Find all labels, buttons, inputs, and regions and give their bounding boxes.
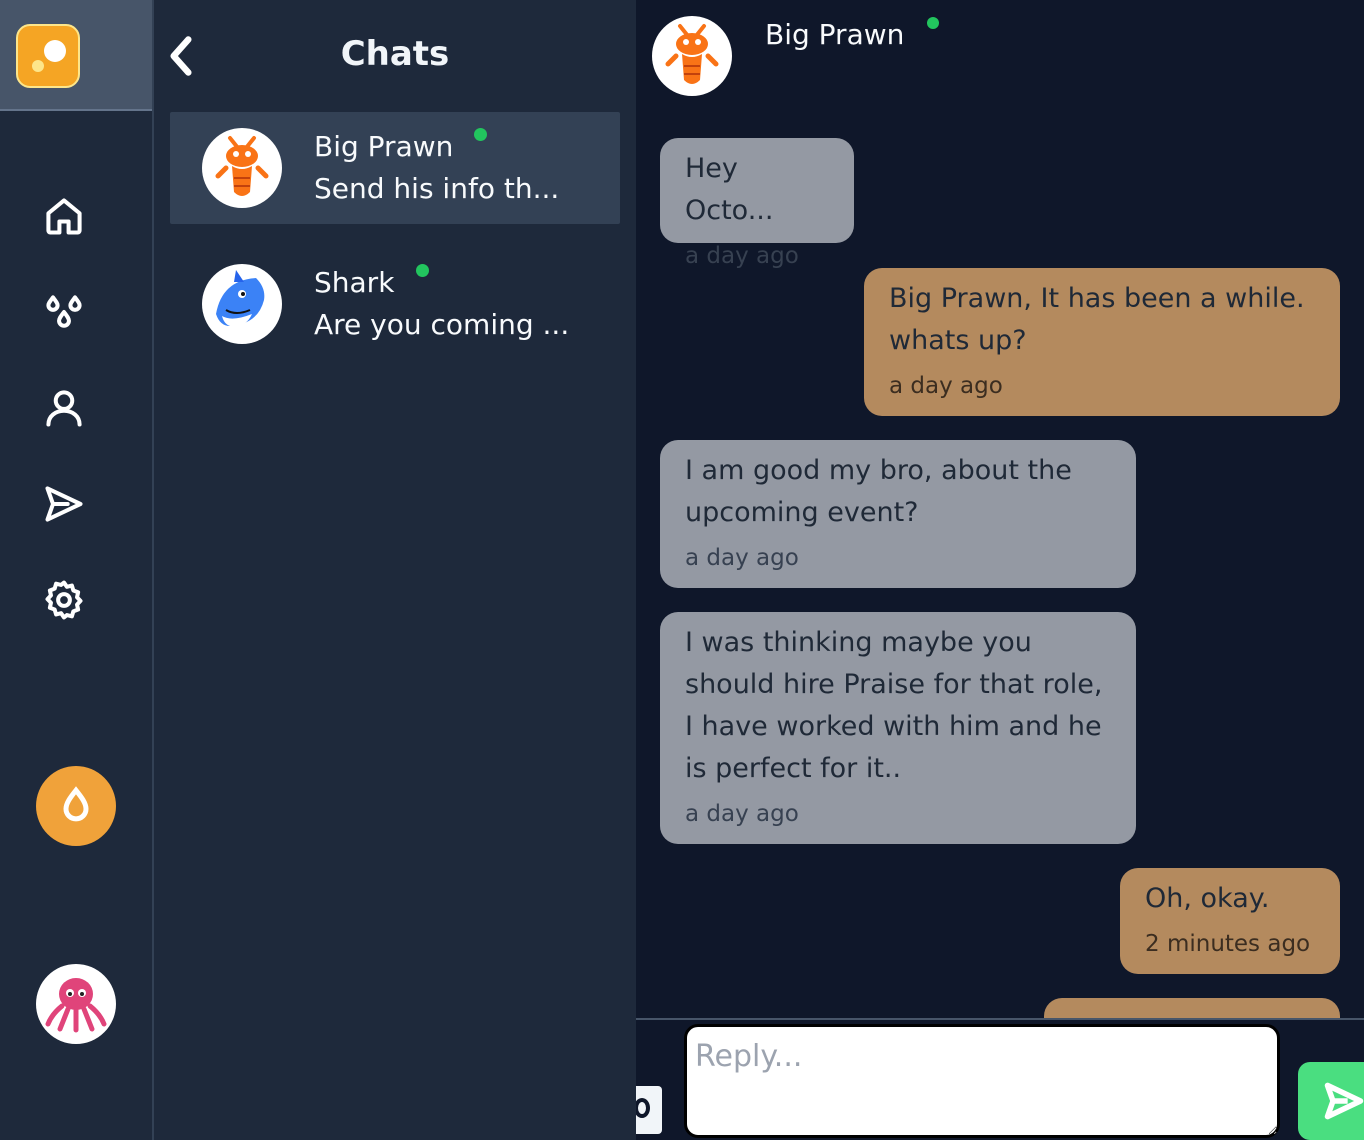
user-icon[interactable] <box>40 384 88 432</box>
message-time: a day ago <box>685 801 799 827</box>
send-button[interactable] <box>1298 1062 1364 1140</box>
chat-item-preview: Are you coming ... <box>314 308 570 341</box>
message-text: I was thinking maybe you should hire Pra… <box>685 627 1103 784</box>
chat-item-preview: Send his info th... <box>314 172 560 205</box>
message-time: a day ago <box>685 243 799 269</box>
chat-item-name: Shark <box>314 266 395 299</box>
reply-input[interactable] <box>684 1024 1280 1138</box>
app-logo-icon[interactable] <box>16 24 80 88</box>
chat-item-big-prawn[interactable]: Big Prawn Send his info th... <box>170 112 620 224</box>
drop-action-button[interactable] <box>36 766 116 846</box>
send-icon <box>1324 1082 1364 1120</box>
chat-list-title: Chats <box>340 34 450 74</box>
drops-icon[interactable] <box>40 288 88 336</box>
message-text: I am good my bro, about the upcoming eve… <box>685 455 1072 528</box>
conversation-panel: Big Prawn Hey Octo... a day ago Big Praw… <box>636 0 1364 1140</box>
message-bubble: Hey Octo... a day ago <box>660 138 854 269</box>
message-time: 2 minutes ago <box>1145 931 1311 957</box>
octopus-avatar[interactable] <box>36 964 116 1044</box>
camera-icon[interactable] <box>636 1086 662 1134</box>
message-time: a day ago <box>685 545 799 571</box>
composer <box>636 1018 1364 1140</box>
message-bubble: I am good my bro, about the upcoming eve… <box>660 440 1136 588</box>
prawn-avatar[interactable] <box>652 16 732 96</box>
message-bubble: Big Prawn, It has been a while. whats up… <box>864 268 1340 416</box>
conversation-contact-name: Big Prawn <box>765 18 905 51</box>
chat-list-panel: Chats Big Prawn Send his info th... Shar… <box>154 0 636 1140</box>
message-text: Hey Octo... <box>685 153 774 226</box>
message-time: a day ago <box>889 373 1003 399</box>
message-text: Oh, okay. <box>1145 883 1270 914</box>
drop-icon <box>63 786 89 822</box>
settings-icon[interactable] <box>40 576 88 624</box>
online-indicator <box>927 17 939 29</box>
shark-avatar <box>202 264 282 344</box>
online-indicator <box>416 264 429 277</box>
send-nav-icon[interactable] <box>40 480 88 528</box>
online-indicator <box>474 128 487 141</box>
prawn-avatar <box>202 128 282 208</box>
message-bubble: I was thinking maybe you should hire Pra… <box>660 612 1136 844</box>
left-rail <box>0 0 154 1140</box>
chat-item-name: Big Prawn <box>314 130 454 163</box>
message-text: Big Prawn, It has been a while. whats up… <box>889 283 1305 356</box>
home-icon[interactable] <box>40 192 88 240</box>
message-bubble: Oh, okay. 2 minutes ago <box>1120 868 1340 974</box>
logo-area <box>0 0 152 111</box>
chat-item-shark[interactable]: Shark Are you coming ... <box>170 248 620 360</box>
